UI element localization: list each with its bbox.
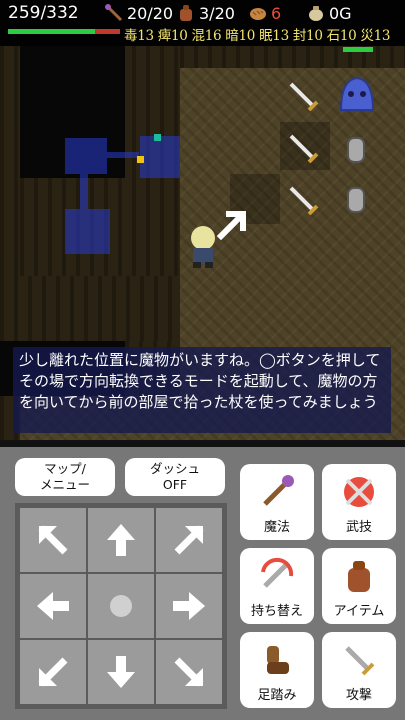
direction-pad xyxy=(15,503,227,709)
sword-icon[interactable] xyxy=(287,80,321,114)
dpad-up-left-button[interactable] xyxy=(20,508,86,572)
dpad-up-right-button[interactable] xyxy=(156,508,222,572)
dash-toggle-button[interactable]: ダッシュ OFF xyxy=(125,458,225,496)
gold-pouch-icon xyxy=(309,6,323,21)
gold-count: 0G xyxy=(306,3,352,23)
dpad-up-button[interactable] xyxy=(88,508,154,572)
dpad-left-button[interactable] xyxy=(20,574,86,638)
dpad-down-right-button[interactable] xyxy=(156,640,222,704)
step-button[interactable]: 足踏み xyxy=(240,632,314,708)
staff-icon xyxy=(263,475,294,506)
slime-monster-icon[interactable] xyxy=(335,72,379,116)
hp-bar xyxy=(8,29,120,34)
hp-value: 259/332 xyxy=(8,3,79,23)
minimap-room xyxy=(140,136,180,178)
footstep-icon xyxy=(267,646,289,674)
swap-button[interactable]: 持ち替え xyxy=(240,548,314,624)
map-menu-button[interactable]: マップ/ メニュー xyxy=(15,458,115,496)
status-bar: 259/332 20/20 3/20 6 0G 毒13 痺10 混16 暗10 … xyxy=(0,0,405,46)
dpad-center-button[interactable] xyxy=(88,574,154,638)
arrow-down-left-icon xyxy=(38,657,68,687)
circle-icon xyxy=(110,595,132,617)
shield-icon[interactable] xyxy=(340,134,372,166)
hp-bar-fill xyxy=(8,29,96,34)
minimap-corridor xyxy=(80,174,88,209)
swap-weapon-icon xyxy=(261,557,294,588)
tutorial-message: 少し離れた位置に魔物がいますね。◯ボタンを押してその場で方向転換できるモードを起… xyxy=(13,347,391,433)
sword-icon[interactable] xyxy=(287,184,321,218)
arrow-up-right-icon xyxy=(174,525,204,555)
bread-count: 6 xyxy=(248,3,281,23)
arrow-right-icon xyxy=(173,592,205,620)
crossed-swords-icon xyxy=(344,477,374,507)
staff-count: 20/20 xyxy=(104,3,173,23)
shield-icon[interactable] xyxy=(340,184,372,216)
player-character-icon xyxy=(191,226,215,268)
arrow-up-left-icon xyxy=(38,525,68,555)
minimap-room xyxy=(65,138,107,174)
item-button[interactable]: アイテム xyxy=(322,548,396,624)
skill-button[interactable]: 武技 xyxy=(322,464,396,540)
arrow-down-icon xyxy=(107,656,135,688)
attack-button[interactable]: 攻撃 xyxy=(322,632,396,708)
bread-icon xyxy=(250,8,266,20)
sword-icon xyxy=(345,646,375,676)
dpad-down-left-button[interactable] xyxy=(20,640,86,704)
arrow-up-icon xyxy=(107,524,135,556)
sword-icon[interactable] xyxy=(287,132,321,166)
resist-status: 毒13 痺10 混16 暗10 眠13 封10 石10 災13 xyxy=(124,28,391,44)
minimap-player-dot xyxy=(137,156,144,163)
minimap-room xyxy=(65,209,110,254)
bag-count: 3/20 xyxy=(176,3,235,23)
magic-button[interactable]: 魔法 xyxy=(240,464,314,540)
dpad-down-button[interactable] xyxy=(88,640,154,704)
minimap-corridor xyxy=(107,152,139,158)
staff-icon xyxy=(105,4,123,22)
enemy-hp-bar xyxy=(343,47,373,52)
bag-icon xyxy=(180,5,192,21)
wall xyxy=(0,276,180,341)
arrow-down-right-icon xyxy=(174,657,204,687)
dpad-right-button[interactable] xyxy=(156,574,222,638)
minimap-item-dot xyxy=(154,134,161,141)
item-bag-icon xyxy=(348,561,370,592)
arrow-left-icon xyxy=(37,592,69,620)
dungeon-map[interactable]: 少し離れた位置に魔物がいますね。◯ボタンを押してその場で方向転換できるモードを起… xyxy=(0,46,405,440)
